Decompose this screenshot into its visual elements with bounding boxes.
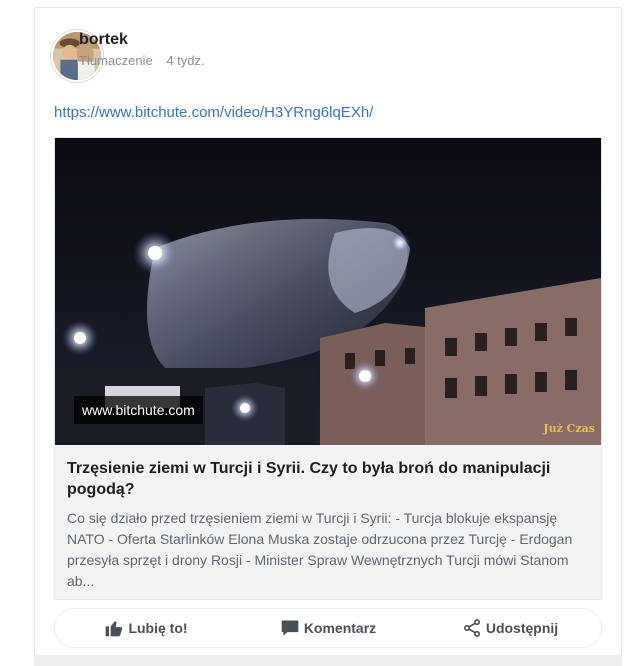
card-footer-divider: [34, 655, 622, 666]
post-link[interactable]: https://www.bitchute.com/video/H3YRng6lq…: [54, 104, 373, 121]
preview-description: Co się działo przed trzęsieniem ziemi w …: [67, 510, 573, 589]
comment-button[interactable]: Komentarz: [237, 609, 419, 647]
link-preview[interactable]: www.bitchute.com Już Czas Trzęsienie zie…: [54, 137, 602, 600]
speech-bubble-icon: [281, 620, 299, 636]
like-label: Lubię to!: [128, 620, 188, 636]
share-button[interactable]: Udostępnij: [419, 609, 601, 647]
share-label: Udostępnij: [485, 620, 559, 636]
thumbs-up-icon: [106, 621, 123, 637]
source-watermark: www.bitchute.com: [74, 396, 203, 424]
post-timestamp[interactable]: 4 tydz.: [166, 53, 204, 68]
action-bar: Lubię to! Komentarz Udostępnij: [54, 608, 602, 648]
comment-label: Komentarz: [303, 620, 377, 636]
share-icon: [463, 619, 480, 637]
translate-link[interactable]: Tłumaczenie: [79, 53, 153, 68]
channel-logo: Już Czas: [543, 422, 595, 435]
author-name[interactable]: bortek: [79, 31, 128, 49]
like-button[interactable]: Lubię to!: [55, 609, 237, 647]
video-thumbnail[interactable]: www.bitchute.com Już Czas: [55, 138, 601, 445]
preview-title[interactable]: Trzęsienie ziemi w Turcji i Syrii. Czy t…: [67, 458, 587, 500]
post-meta: Tłumaczenie 4 tydz.: [79, 53, 205, 68]
